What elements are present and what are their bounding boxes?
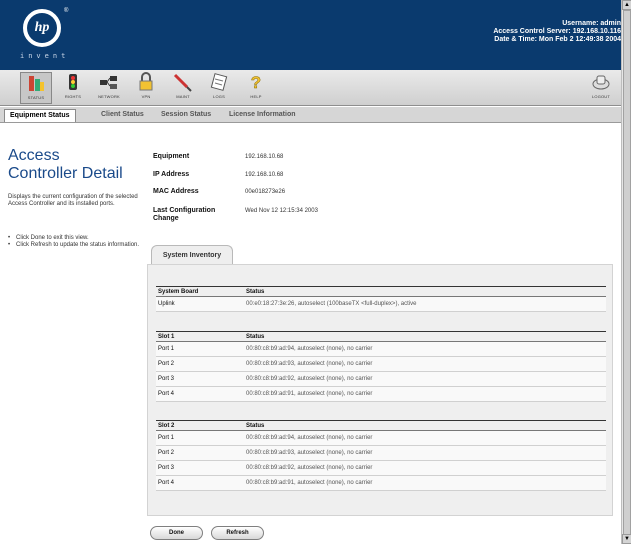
screwdriver-icon: [173, 73, 192, 92]
server-value: 192.168.10.116: [572, 28, 621, 35]
tab-client-status[interactable]: Client Status: [96, 109, 149, 122]
scroll-down-icon[interactable]: ▼: [622, 534, 631, 544]
scroll-thumb[interactable]: [623, 10, 631, 535]
page-title: Access Controller Detail: [8, 147, 123, 182]
tab-bar: Equipment Status Client Status Session S…: [0, 107, 621, 123]
table-row: Port 2 00:80:c8:b9:ad:93, autoselect (non…: [156, 445, 606, 461]
toolbar-status[interactable]: STATUS: [20, 72, 52, 104]
tab-system-inventory[interactable]: System Inventory: [151, 245, 233, 265]
toolbar-maint[interactable]: MAINT: [167, 72, 199, 104]
toolbar-vpn[interactable]: VPN: [130, 72, 162, 104]
slot1-table: Slot 1 Status Port 1 00:80:c8:b9:ad:94, au…: [156, 331, 606, 402]
slot2-table: Slot 2 Status Port 1 00:80:c8:b9:ad:94, au…: [156, 420, 606, 491]
system-board-table: System Board Status Uplink 00:e0:18:27:3e:…: [156, 286, 606, 312]
table-row: Port 3 00:80:c8:b9:ad:92, autoselect (non…: [156, 371, 606, 387]
table-row: Port 1 00:80:c8:b9:ad:94, autoselect (non…: [156, 430, 606, 446]
toolbar-network[interactable]: NETWORK: [93, 72, 125, 104]
tab-session-status[interactable]: Session Status: [156, 109, 216, 122]
status-icon: [29, 76, 44, 91]
session-info: Username: admin Access Control Server: 1…: [493, 20, 621, 43]
table-row: Port 1 00:80:c8:b9:ad:94, autoselect (non…: [156, 341, 606, 357]
tip-refresh: Click Refresh to update the status infor…: [8, 242, 142, 249]
logout-icon: [592, 75, 610, 90]
tip-done: Click Done to exit this view.: [8, 235, 142, 242]
table-row: Port 4 00:80:c8:b9:ad:91, autoselect (non…: [156, 386, 606, 402]
system-inventory-panel: System Board Status Uplink 00:e0:18:27:3e:…: [147, 264, 613, 516]
svg-text:?: ?: [251, 73, 261, 92]
hp-logo: hp ® invent: [20, 8, 70, 60]
toolbar-rights[interactable]: RIGHTS: [57, 72, 89, 104]
toolbar-logs[interactable]: LOGS: [203, 72, 235, 104]
toolbar-logout[interactable]: LOGOUT: [585, 72, 617, 104]
logs-icon: [210, 73, 228, 91]
table-row: Port 2 00:80:c8:b9:ad:93, autoselect (non…: [156, 356, 606, 372]
network-icon: [100, 76, 117, 89]
toolbar-help[interactable]: ? HELP: [240, 72, 272, 104]
vertical-scrollbar[interactable]: ▲ ▼: [621, 0, 631, 544]
tab-license-information[interactable]: License Information: [224, 109, 301, 122]
page-description: Displays the current configuration of th…: [8, 194, 138, 207]
datetime-value: Mon Feb 2 12:49:38 2004: [538, 36, 621, 43]
table-row: Port 3 00:80:c8:b9:ad:92, autoselect (non…: [156, 460, 606, 476]
username-value: admin: [600, 20, 621, 27]
header-banner: hp ® invent Username: admin Access Contr…: [0, 0, 621, 70]
table-row: Port 4 00:80:c8:b9:ad:91, autoselect (non…: [156, 475, 606, 491]
scroll-up-icon[interactable]: ▲: [622, 0, 631, 10]
rights-icon: [69, 74, 77, 90]
lock-icon: [139, 72, 153, 91]
refresh-button[interactable]: Refresh: [211, 526, 264, 540]
main-toolbar: STATUS RIGHTS NETWORK VPN MAINT LOGS ? H…: [0, 70, 621, 106]
table-row: Uplink 00:e0:18:27:3e:26, autoselect (100…: [156, 296, 606, 312]
help-tips: Click Done to exit this view. Click Refr…: [8, 235, 142, 249]
help-icon: ?: [251, 73, 262, 92]
tab-equipment-status[interactable]: Equipment Status: [4, 109, 76, 122]
done-button[interactable]: Done: [150, 526, 203, 540]
